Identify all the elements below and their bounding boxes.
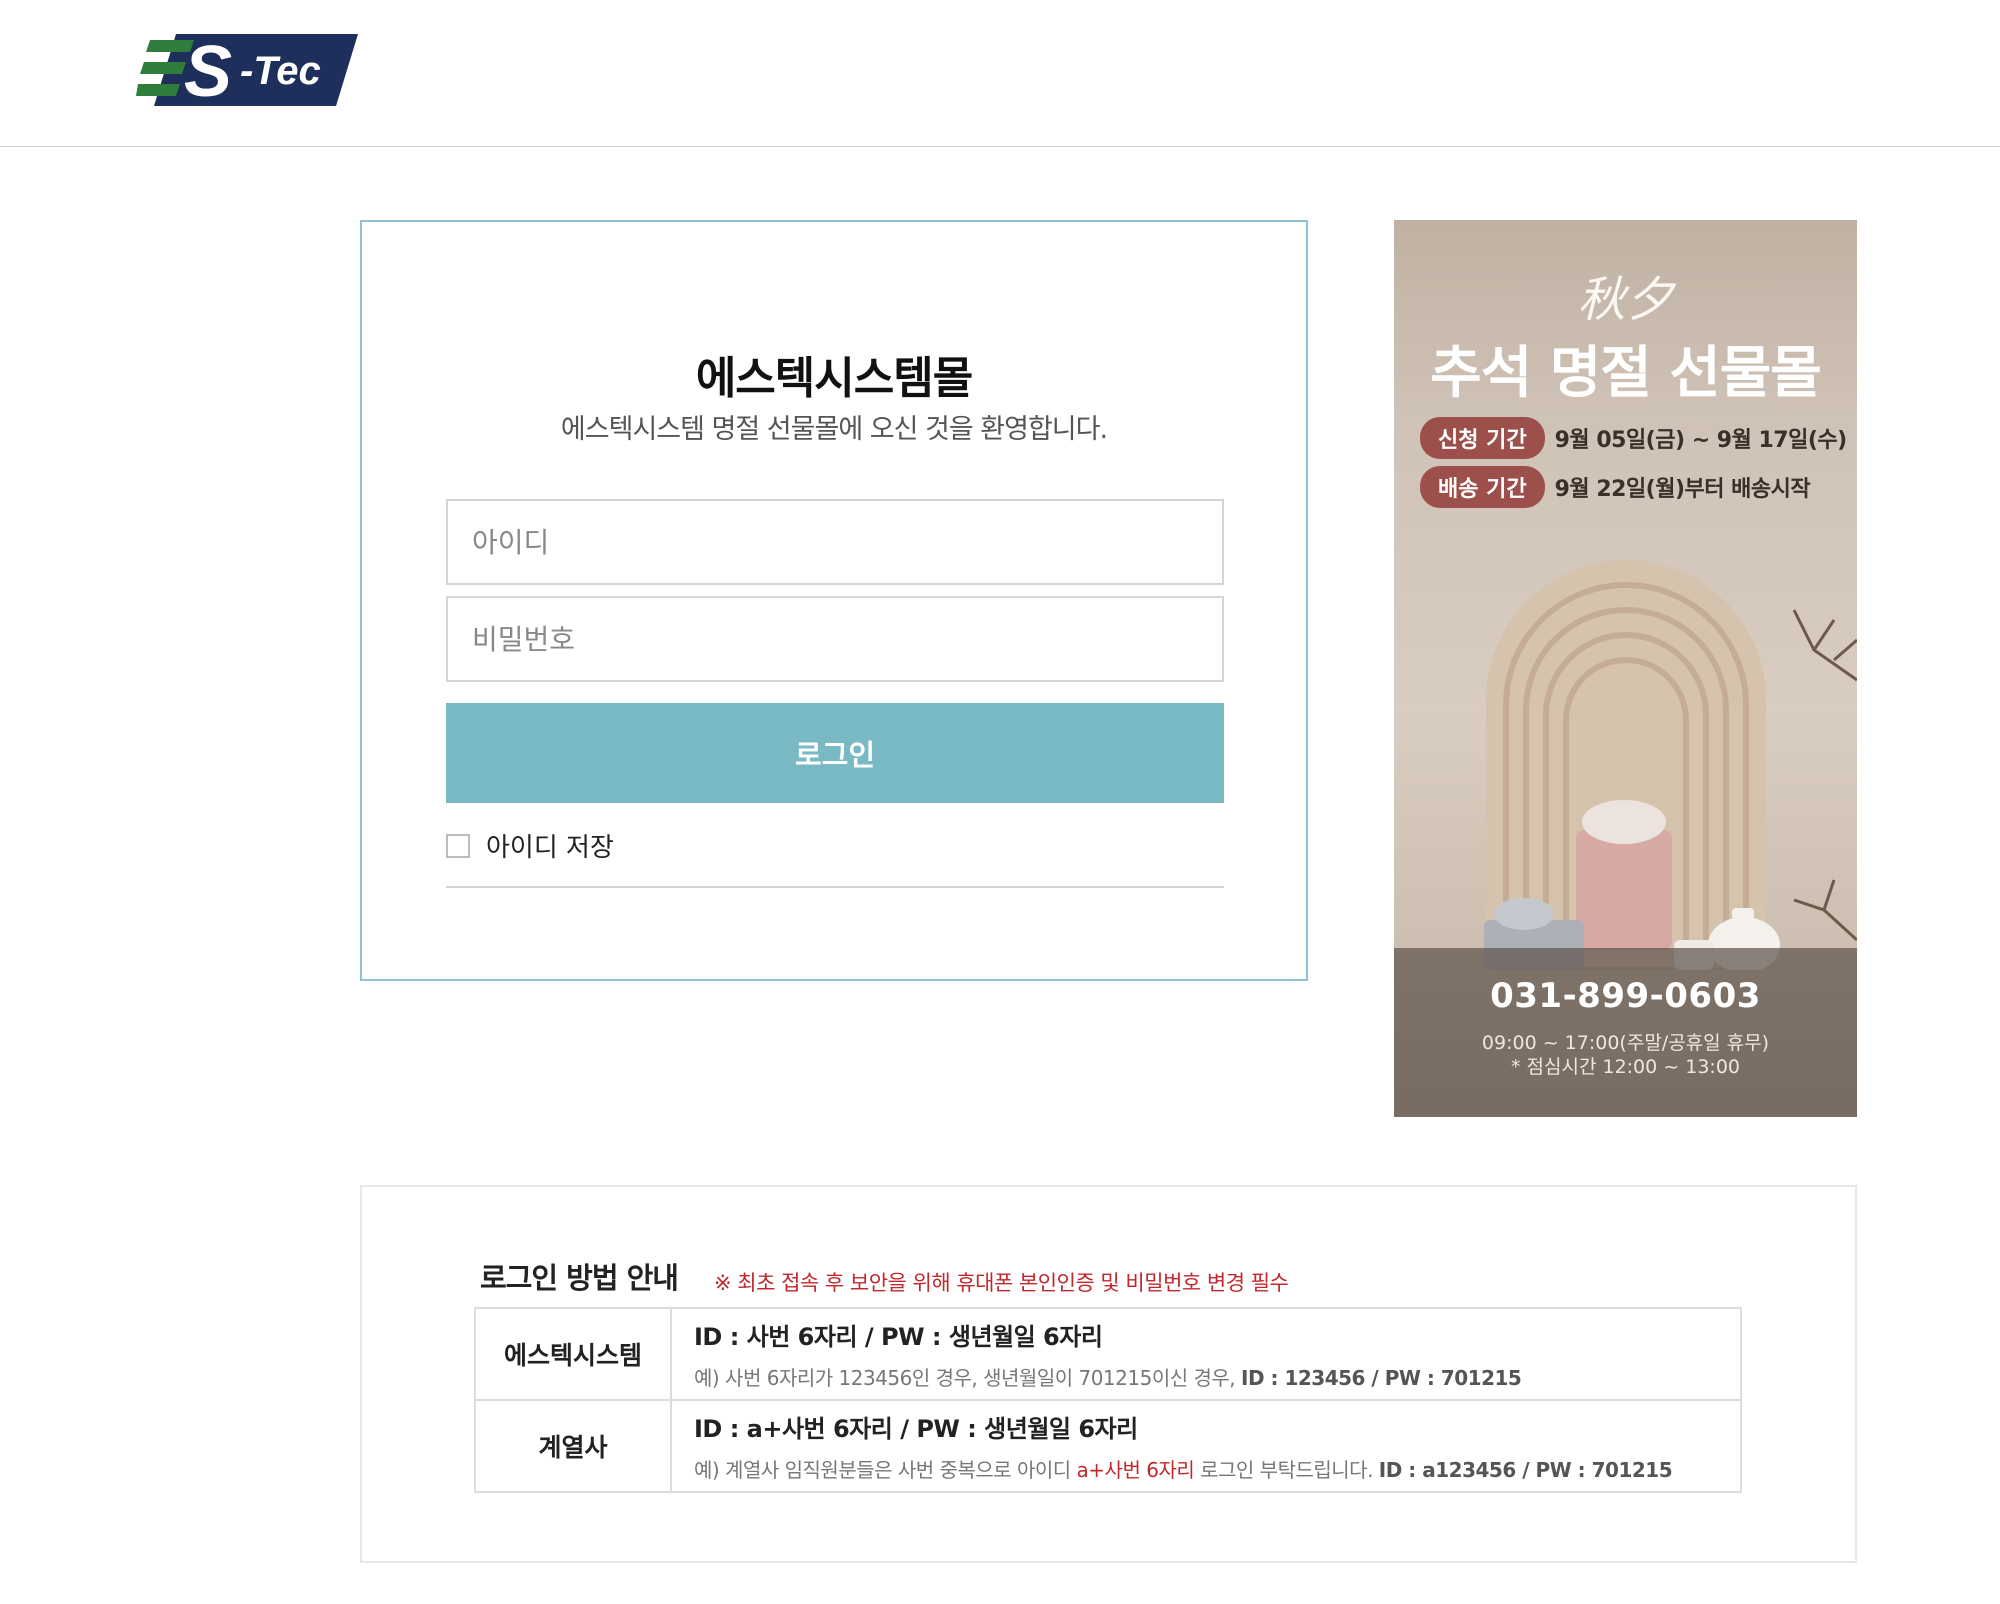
id-input[interactable] [446, 499, 1224, 585]
login-panel: 에스텍시스템몰 에스텍시스템 명절 선물몰에 오신 것을 환영합니다. 로그인 … [360, 220, 1308, 981]
contact-phone: 031-899-0603 [1490, 976, 1761, 1016]
example-highlight: a+사번 6자리 [1076, 1458, 1195, 1482]
credential-example: 예) 사번 6자리가 123456인 경우, 생년월일이 701215이신 경우… [694, 1362, 1740, 1391]
remember-id-option[interactable]: 아이디 저장 [446, 827, 614, 864]
business-hours: 09:00 ~ 17:00(주말/공휴일 휴무) [1481, 1032, 1770, 1054]
login-button[interactable]: 로그인 [446, 703, 1224, 803]
delivery-value: 9월 22일(월)부터 배송시작 [1554, 477, 1811, 502]
site-header: S -Tec [0, 0, 2000, 147]
credential-format: ID : a+사번 6자리 / PW : 생년월일 6자리 [694, 1415, 1138, 1443]
table-row: 에스텍시스템 ID : 사번 6자리 / PW : 생년월일 6자리 예) 사번… [474, 1307, 1742, 1401]
table-row: 계열사 ID : a+사번 6자리 / PW : 생년월일 6자리 예) 계열사… [474, 1399, 1742, 1493]
lunch-hours: * 점심시간 12:00 ~ 13:00 [1510, 1056, 1740, 1078]
svg-text:-Tec: -Tec [240, 49, 321, 93]
banner-hanja: 秋夕 [1577, 272, 1674, 328]
example-text: 예) 계열사 임직원분들은 사번 중복으로 아이디 [694, 1458, 1077, 1482]
credential-example: 예) 계열사 임직원분들은 사번 중복으로 아이디 a+사번 6자리 로그인 부… [694, 1454, 1740, 1483]
period-row: 신청 기간 9월 05일(금) ~ 9월 17일(수) [1420, 417, 1847, 459]
banner-title: 추석 명절 선물몰 [1430, 341, 1822, 406]
row-body: ID : 사번 6자리 / PW : 생년월일 6자리 예) 사번 6자리가 1… [670, 1307, 1742, 1401]
svg-text:S: S [184, 34, 232, 106]
banner-contact-area: 031-899-0603 09:00 ~ 17:00(주말/공휴일 휴무) * … [1394, 948, 1857, 1117]
guide-title: 로그인 방법 안내 [480, 1261, 679, 1295]
s-tec-logo[interactable]: S -Tec [136, 34, 358, 106]
row-head: 에스텍시스템 [474, 1307, 672, 1401]
row-head: 계열사 [474, 1399, 672, 1493]
login-title: 에스텍시스템몰 [695, 353, 973, 404]
period-value: 9월 05일(금) ~ 9월 17일(수) [1554, 428, 1848, 453]
gift-illustration [1484, 560, 1857, 970]
period-badge: 신청 기간 [1420, 417, 1545, 459]
example-credentials: ID : a123456 / PW : 701215 [1378, 1458, 1673, 1482]
remember-id-label[interactable]: 아이디 저장 [486, 827, 614, 864]
login-divider [446, 886, 1224, 888]
example-suffix: 로그인 부탁드립니다. [1194, 1458, 1379, 1482]
credential-format: ID : 사번 6자리 / PW : 생년월일 6자리 [694, 1323, 1103, 1351]
login-guide-panel: 로그인 방법 안내 ※ 최초 접속 후 보안을 위해 휴대폰 본인인증 및 비밀… [360, 1185, 1857, 1563]
example-text: 예) 사번 6자리가 123456인 경우, 생년월일이 701215이신 경우… [694, 1366, 1241, 1390]
row-body: ID : a+사번 6자리 / PW : 생년월일 6자리 예) 계열사 임직원… [670, 1399, 1742, 1493]
remember-id-checkbox[interactable] [446, 833, 470, 858]
password-input[interactable] [446, 596, 1224, 682]
guide-security-note: ※ 최초 접속 후 보안을 위해 휴대폰 본인인증 및 비밀번호 변경 필수 [714, 1271, 1289, 1295]
login-subtitle: 에스텍시스템 명절 선물몰에 오신 것을 환영합니다. [560, 414, 1108, 445]
guide-table: 에스텍시스템 ID : 사번 6자리 / PW : 생년월일 6자리 예) 사번… [474, 1307, 1742, 1493]
example-credentials: ID : 123456 / PW : 701215 [1241, 1366, 1522, 1390]
chuseok-banner[interactable]: 秋夕 추석 명절 선물몰 신청 기간 9월 05일(금) ~ 9월 17일(수)… [1394, 220, 1857, 1117]
